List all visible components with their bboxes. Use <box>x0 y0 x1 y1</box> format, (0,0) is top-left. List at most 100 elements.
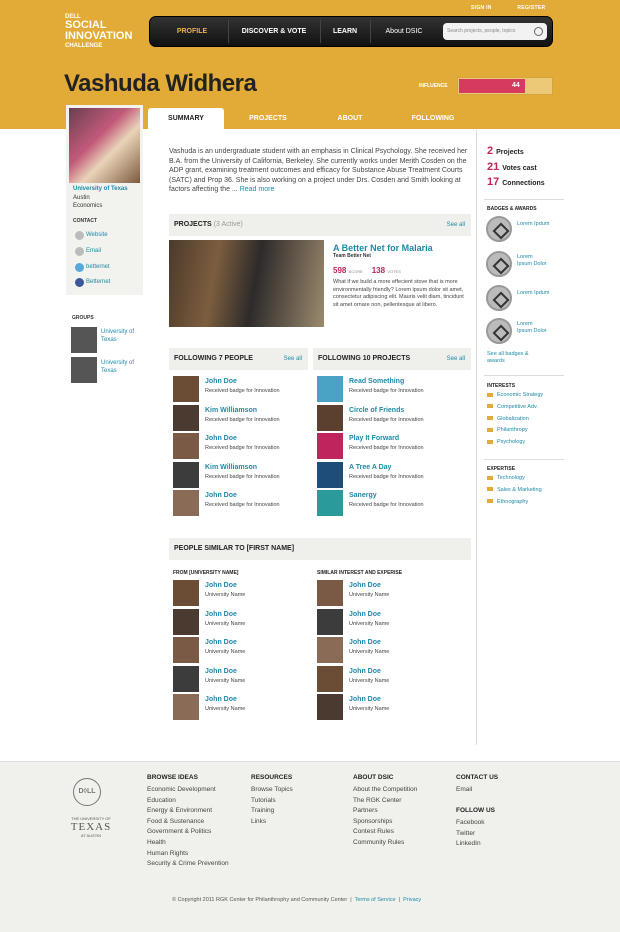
thumbnail[interactable] <box>317 376 343 402</box>
thumbnail[interactable] <box>317 665 343 692</box>
item-name[interactable]: John Doe <box>349 611 381 618</box>
thumbnail[interactable] <box>173 490 199 516</box>
contact-website[interactable]: Website <box>86 232 108 238</box>
expertise-tag[interactable]: Ethnography <box>487 499 528 505</box>
search-input[interactable]: Search projects, people, topics <box>443 23 547 40</box>
register-link[interactable]: REGISTER <box>517 5 545 11</box>
project-title[interactable]: A Better Net for Malaria <box>333 243 433 253</box>
footer-link[interactable]: Partners <box>353 807 378 814</box>
nav-profile[interactable]: PROFILE <box>158 17 226 46</box>
thumbnail[interactable] <box>317 580 343 606</box>
contact-facebook[interactable]: Betternet <box>86 279 110 285</box>
similar-person-row[interactable]: John Doe University Name <box>317 665 452 692</box>
following-people-see-all[interactable]: See all <box>284 356 302 362</box>
ut-austin-logo[interactable]: THE UNIVERSITY OF TEXAS AT AUSTIN <box>66 816 116 838</box>
footer-link[interactable]: Browse Topics <box>251 786 293 793</box>
expertise-tag[interactable]: Technology <box>487 475 525 481</box>
followed-person-row[interactable]: John Doe Received badge for Innovation <box>173 376 308 402</box>
followed-project-row[interactable]: A Tree A Day Received badge for Innovatio… <box>317 461 452 488</box>
thumbnail[interactable] <box>173 433 199 459</box>
stat-votes[interactable]: 21 Votes cast <box>487 161 537 173</box>
item-name[interactable]: John Doe <box>205 435 237 442</box>
footer-link[interactable]: Contest Rules <box>353 828 394 835</box>
tab-summary[interactable]: SUMMARY <box>148 108 224 129</box>
footer-link[interactable]: Links <box>251 818 266 825</box>
followed-project-row[interactable]: Play It Forward Received badge for Innova… <box>317 433 452 459</box>
followed-project-row[interactable]: Circle of Friends Received badge for Inno… <box>317 404 452 431</box>
interest-tag[interactable]: Globalization <box>487 416 529 422</box>
group-name-line2[interactable]: Texas <box>101 368 117 374</box>
item-name[interactable]: Read Something <box>349 378 404 385</box>
award-badge-icon[interactable] <box>486 216 512 242</box>
search-icon[interactable] <box>534 27 543 36</box>
group-thumb[interactable] <box>71 327 97 353</box>
nav-learn[interactable]: LEARN <box>322 17 368 46</box>
stat-connections[interactable]: 17 Connections <box>487 176 545 188</box>
similar-person-row[interactable]: John Doe University Name <box>317 694 452 720</box>
followed-project-row[interactable]: Read Something Received badge for Innovat… <box>317 376 452 402</box>
award-badge-icon[interactable] <box>486 318 512 344</box>
item-name[interactable]: John Doe <box>349 582 381 589</box>
stat-projects[interactable]: 2 Projects <box>487 145 524 157</box>
footer-link[interactable]: Food & Sustenance <box>147 818 204 825</box>
read-more-link[interactable]: Read more <box>240 186 275 193</box>
footer-link[interactable]: Security & Crime Prevention <box>147 860 229 867</box>
item-name[interactable]: Kim Williamson <box>205 464 257 471</box>
footer-link[interactable]: Economic Development <box>147 786 216 793</box>
footer-link[interactable]: Education <box>147 797 176 804</box>
thumbnail[interactable] <box>317 433 343 459</box>
thumbnail[interactable] <box>173 637 199 663</box>
item-name[interactable]: John Doe <box>205 378 237 385</box>
footer-link[interactable]: Government & Politics <box>147 828 211 835</box>
group-name-line2[interactable]: Texas <box>101 337 117 343</box>
badge-label[interactable]: Lorem Ipdum <box>517 290 549 297</box>
followed-person-row[interactable]: Kim Williamson Received badge for Innovat… <box>173 461 308 488</box>
footer-link[interactable]: About the Competition <box>353 786 417 793</box>
thumbnail[interactable] <box>173 404 199 431</box>
thumbnail[interactable] <box>317 694 343 720</box>
followed-person-row[interactable]: John Doe Received badge for Innovation <box>173 433 308 459</box>
footer-link[interactable]: LinkedIn <box>456 840 481 847</box>
thumbnail[interactable] <box>317 608 343 635</box>
thumbnail[interactable] <box>317 404 343 431</box>
interest-tag[interactable]: Philanthropy <box>487 427 528 433</box>
footer-link[interactable]: Human Rights <box>147 850 188 857</box>
footer-link[interactable]: Health <box>147 839 166 846</box>
item-name[interactable]: John Doe <box>205 582 237 589</box>
item-name[interactable]: John Doe <box>205 611 237 618</box>
projects-see-all[interactable]: See all <box>447 222 465 228</box>
thumbnail[interactable] <box>173 608 199 635</box>
badge-label[interactable]: Lorem Ipdum <box>517 221 549 228</box>
interest-tag[interactable]: Competitive Adv. <box>487 404 538 410</box>
item-name[interactable]: Play It Forward <box>349 435 399 442</box>
item-name[interactable]: Kim Williamson <box>205 407 257 414</box>
similar-person-row[interactable]: John Doe University Name <box>173 608 308 635</box>
followed-person-row[interactable]: John Doe Received badge for Innovation <box>173 490 308 516</box>
item-name[interactable]: John Doe <box>205 696 237 703</box>
dsic-logo[interactable]: DELL SOCIAL INNOVATION CHALLENGE <box>65 14 150 49</box>
dell-logo[interactable]: D◊LL <box>73 778 101 806</box>
similar-person-row[interactable]: John Doe University Name <box>173 580 308 606</box>
footer-link[interactable]: Facebook <box>456 819 485 826</box>
tab-about[interactable]: ABOUT <box>312 108 388 129</box>
item-name[interactable]: John Doe <box>349 668 381 675</box>
expertise-tag[interactable]: Sales & Marketing <box>487 487 542 493</box>
interest-tag[interactable]: Economic Strategy <box>487 392 543 398</box>
nav-about[interactable]: About DSIC <box>372 17 436 46</box>
school-link[interactable]: University of Texas <box>73 186 128 192</box>
similar-person-row[interactable]: John Doe University Name <box>317 580 452 606</box>
group-name-line1[interactable]: University of <box>101 329 134 335</box>
contact-skype[interactable]: betternet <box>86 264 110 270</box>
thumbnail[interactable] <box>317 461 343 488</box>
item-name[interactable]: Sanergy <box>349 492 377 499</box>
thumbnail[interactable] <box>173 580 199 606</box>
privacy-link[interactable]: Privacy <box>403 897 421 903</box>
similar-person-row[interactable]: John Doe University Name <box>317 637 452 663</box>
item-name[interactable]: John Doe <box>349 639 381 646</box>
followed-project-row[interactable]: Sanergy Received badge for Innovation <box>317 490 452 516</box>
item-name[interactable]: John Doe <box>205 639 237 646</box>
item-name[interactable]: John Doe <box>349 696 381 703</box>
nav-discover-vote[interactable]: DISCOVER & VOTE <box>230 17 318 46</box>
project-image[interactable] <box>169 240 324 327</box>
item-name[interactable]: A Tree A Day <box>349 464 391 471</box>
